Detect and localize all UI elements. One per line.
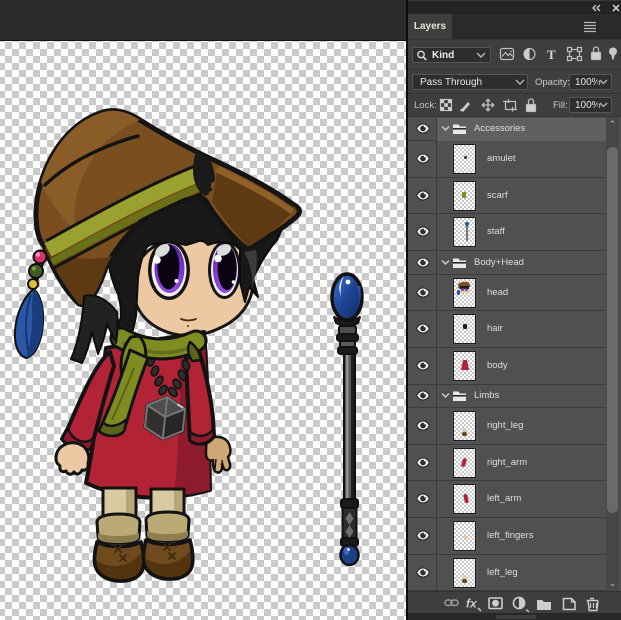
svg-text:T: T <box>547 47 556 62</box>
svg-text:fx: fx <box>466 597 478 611</box>
